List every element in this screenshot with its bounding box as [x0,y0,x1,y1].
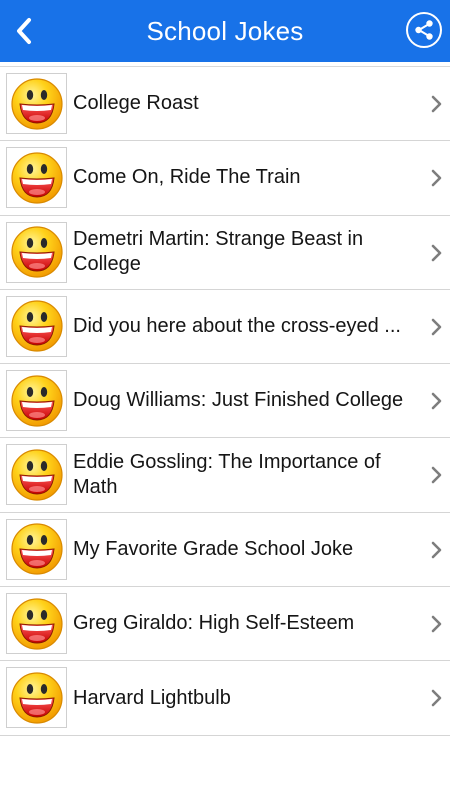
page-title: School Jokes [146,15,304,46]
list-item[interactable]: Demetri Martin: Strange Beast in College [0,216,450,290]
list-item-label: Doug Williams: Just Finished College [73,389,404,412]
smiley-face-icon [10,672,63,724]
list-item-label: Greg Giraldo: High Self-Esteem [73,612,355,635]
list-item[interactable]: Harvard Lightbulb [0,661,450,736]
smiley-face-icon [10,597,63,650]
smiley-face-icon [10,375,63,427]
chevron-right-icon [431,392,442,410]
share-button[interactable] [406,12,442,48]
thumbnail [6,667,67,729]
list-item-label: My Favorite Grade School Joke [73,537,354,560]
thumbnail [6,295,67,357]
thumbnail [6,593,67,655]
smiley-face-icon [10,226,63,278]
smiley-face-icon [10,300,63,352]
list-item-label: Harvard Lightbulb [73,686,231,709]
app-bar: School Jokes [0,0,450,62]
thumbnail [6,370,67,432]
list-item[interactable]: Doug Williams: Just Finished College [0,364,450,439]
chevron-right-icon [431,318,442,336]
chevron-right-icon [431,244,442,261]
list-item[interactable]: College Roast [0,67,450,142]
thumbnail [6,518,67,580]
chevron-right-icon [431,690,442,707]
back-button[interactable] [4,11,44,51]
smiley-face-icon [10,77,63,130]
list-item[interactable]: Eddie Gossling: The Importance of Math [0,438,450,513]
list-item-label: Did you here about the cross-eyed ... [73,315,401,338]
chevron-right-icon [431,541,442,559]
smiley-face-icon [10,152,63,204]
thumbnail [6,444,67,506]
back-chevron-icon [17,18,31,44]
chevron-right-icon [431,95,442,113]
list-item[interactable]: Come On, Ride The Train [0,141,450,216]
thumbnail [6,73,67,134]
chevron-right-icon [431,169,442,187]
thumbnail [6,147,67,209]
smiley-face-icon [10,523,63,575]
thumbnail [6,221,67,283]
smiley-face-icon [10,449,63,501]
list-item-label: Eddie Gossling: The Importance of Math [73,451,381,499]
list-item-label: College Roast [73,92,199,115]
list-item[interactable]: Greg Giraldo: High Self-Esteem [0,587,450,662]
list-item-label: Demetri Martin: Strange Beast in College [73,228,364,276]
chevron-right-icon [431,615,442,633]
list-item[interactable]: Did you here about the cross-eyed ... [0,290,450,365]
joke-list: College Roast Come On, Ride The Train De… [0,67,450,736]
share-icon [415,20,433,40]
list-item[interactable]: My Favorite Grade School Joke [0,513,450,588]
chevron-right-icon [431,467,442,484]
list-item-label: Come On, Ride The Train [73,166,301,189]
